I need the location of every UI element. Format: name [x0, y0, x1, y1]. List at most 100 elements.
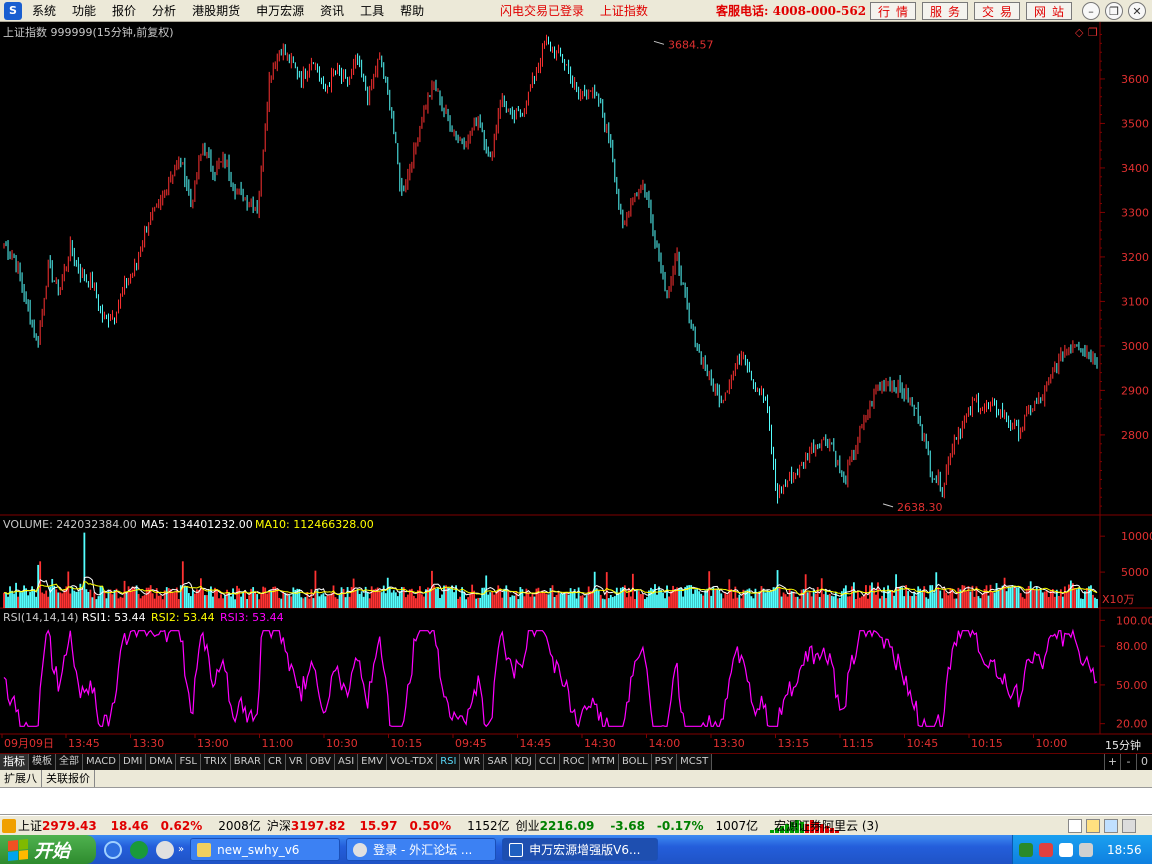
menu-swhy[interactable]: 申万宏源 [250, 2, 314, 19]
indicator-tab-rsi[interactable]: RSI [437, 754, 461, 770]
status-window-icon[interactable] [1068, 819, 1082, 833]
status-bell-icon[interactable] [2, 818, 16, 833]
task-trading-label: 申万宏源增强版V6... [529, 843, 641, 857]
indicator-tab-roc[interactable]: ROC [559, 754, 589, 770]
indicator-tab-mcst[interactable]: MCST [677, 754, 713, 770]
start-button[interactable]: 开始 [0, 835, 96, 864]
signal-icon[interactable] [1104, 819, 1118, 833]
menu-tools[interactable]: 工具 [354, 2, 394, 19]
hs-index-pct: 0.50% [409, 818, 452, 833]
time-tick-label: 11:15 [842, 737, 874, 750]
time-tick-label: 13:30 [133, 737, 165, 750]
menu-quote[interactable]: 报价 [106, 2, 146, 19]
remove-indicator-button[interactable]: - [1120, 754, 1136, 770]
indicator-tab-brar[interactable]: BRAR [230, 754, 265, 770]
indicator-tab-vol-tdx[interactable]: VOL-TDX [386, 754, 438, 770]
rsi-label: RSI(14,14,14) [3, 611, 78, 624]
time-tick-label: 10:15 [391, 737, 423, 750]
indicator-tab-psy[interactable]: PSY [651, 754, 678, 770]
tray-network-icon[interactable] [1019, 842, 1033, 857]
windows-taskbar: 开始 » new_swhy_v6 登录 - 外汇论坛 ... 申万宏源增强版V6… [0, 835, 1152, 864]
indicator-tabs: 指标 模板 全部 MACD DMI DMA FSL TRIX BRAR CR VR OBV ASI EMV… [0, 753, 1152, 770]
market-button[interactable]: 行情 [870, 2, 916, 20]
indicator-tab-macd[interactable]: MACD [83, 754, 120, 770]
extension-tabs: 扩展八 关联报价 [0, 770, 1152, 788]
indicator-tab-kdj[interactable]: KDJ [511, 754, 536, 770]
sh-index-pct: 0.62% [160, 818, 203, 833]
desktop-icon[interactable] [156, 840, 174, 859]
sh-index-change: 18.46 [110, 818, 149, 833]
indicator-tab-asi[interactable]: ASI [335, 754, 359, 770]
close-icon[interactable]: ✕ [1128, 2, 1146, 20]
price-tick-label: 3000 [1121, 340, 1149, 353]
indicator-tab--[interactable]: 指标 [0, 754, 29, 770]
indicator-tab-trix[interactable]: TRIX [200, 754, 231, 770]
chart-area[interactable]: 3684.57 2638.30 2800 2900 3000 3100 3200 3300 3… [0, 22, 1152, 753]
indicator-tab-vr[interactable]: VR [285, 754, 307, 770]
time-tick-label: 14:00 [649, 737, 681, 750]
trade-button[interactable]: 交易 [974, 2, 1020, 20]
min-price-label: 2638.30 [897, 501, 943, 514]
period-label[interactable]: 15分钟 [1105, 738, 1141, 752]
menu-function[interactable]: 功能 [66, 2, 106, 19]
status-lock-icon[interactable] [1086, 819, 1100, 833]
start-label: 开始 [34, 840, 70, 862]
tray-antivirus-icon[interactable] [1039, 842, 1053, 857]
add-indicator-button[interactable]: + [1104, 754, 1120, 770]
broker-server[interactable]: 宏源证券阿里云 (3) [774, 817, 879, 834]
sh-index-price: 2979.43 [42, 818, 97, 833]
indicator-tab--[interactable]: 模板 [29, 754, 56, 770]
indicator-tab-fsl[interactable]: FSL [176, 754, 201, 770]
rsi2-label: RSI2: 53.44 [151, 611, 215, 624]
indicator-tab-emv[interactable]: EMV [358, 754, 387, 770]
chart-options-icon[interactable]: ◇ [1075, 26, 1084, 39]
menu-hk-futures[interactable]: 港股期货 [186, 2, 250, 19]
ma5-label: MA5: 134401232.00 [141, 518, 253, 531]
volume-tick-label: 5000 [1121, 566, 1149, 579]
indicator-tab--[interactable]: 全部 [56, 754, 83, 770]
indicator-tab-wr[interactable]: WR [460, 754, 485, 770]
task-folder[interactable]: new_swhy_v6 [190, 838, 341, 861]
reset-indicator-button[interactable]: 0 [1136, 754, 1152, 770]
cy-index-change: -3.68 [610, 818, 645, 833]
rsi3-line [3, 628, 1098, 728]
rsi-tick-label: 50.00 [1116, 679, 1148, 692]
indicator-tab-sar[interactable]: SAR [484, 754, 512, 770]
ma10-label: MA10: 112466328.00 [255, 518, 374, 531]
task-browser[interactable]: 登录 - 外汇论坛 ... [346, 838, 497, 861]
task-trading-app[interactable]: 申万宏源增强版V6... [502, 838, 659, 861]
tray-volume-icon[interactable] [1059, 842, 1073, 857]
restore-icon[interactable]: ❐ [1105, 2, 1123, 20]
tray-shield-icon[interactable] [1079, 842, 1093, 857]
service-button[interactable]: 服务 [922, 2, 968, 20]
indicator-tab-mtm[interactable]: MTM [588, 754, 619, 770]
indicator-tab-boll[interactable]: BOLL [618, 754, 652, 770]
time-tick-label: 13:00 [197, 737, 229, 750]
settings-icon[interactable] [1122, 819, 1136, 833]
minimize-icon[interactable]: – [1082, 2, 1100, 20]
app-logo-icon[interactable]: S [4, 1, 22, 20]
volume-tick-label: 10000 [1121, 530, 1152, 543]
ie-icon[interactable] [104, 840, 122, 859]
media-icon[interactable] [130, 840, 148, 859]
menu-analysis[interactable]: 分析 [146, 2, 186, 19]
menu-news[interactable]: 资讯 [314, 2, 354, 19]
time-tick-label: 13:45 [68, 737, 100, 750]
rsi3-label: RSI3: 53.44 [220, 611, 284, 624]
website-button[interactable]: 网站 [1026, 2, 1072, 20]
indicator-tab-cci[interactable]: CCI [535, 754, 560, 770]
quicklaunch-more-icon[interactable]: » [178, 844, 184, 855]
tab-related-quotes[interactable]: 关联报价 [42, 770, 95, 787]
cy-index-name: 创业 [515, 819, 540, 833]
max-price-label: 3684.57 [668, 38, 714, 51]
service-hotline: 客服电话: 4008-000-562 [716, 4, 867, 18]
menu-system[interactable]: 系统 [26, 2, 66, 19]
indicator-tab-obv[interactable]: OBV [306, 754, 335, 770]
menu-help[interactable]: 帮助 [394, 2, 434, 19]
indicator-tab-cr[interactable]: CR [265, 754, 286, 770]
indicator-tab-dma[interactable]: DMA [146, 754, 177, 770]
indicator-tab-dmi[interactable]: DMI [119, 754, 147, 770]
chart-restore-icon[interactable]: ❐ [1088, 26, 1098, 39]
tab-extension-eight[interactable]: 扩展八 [0, 770, 42, 787]
clock[interactable]: 18:56 [1107, 843, 1142, 857]
